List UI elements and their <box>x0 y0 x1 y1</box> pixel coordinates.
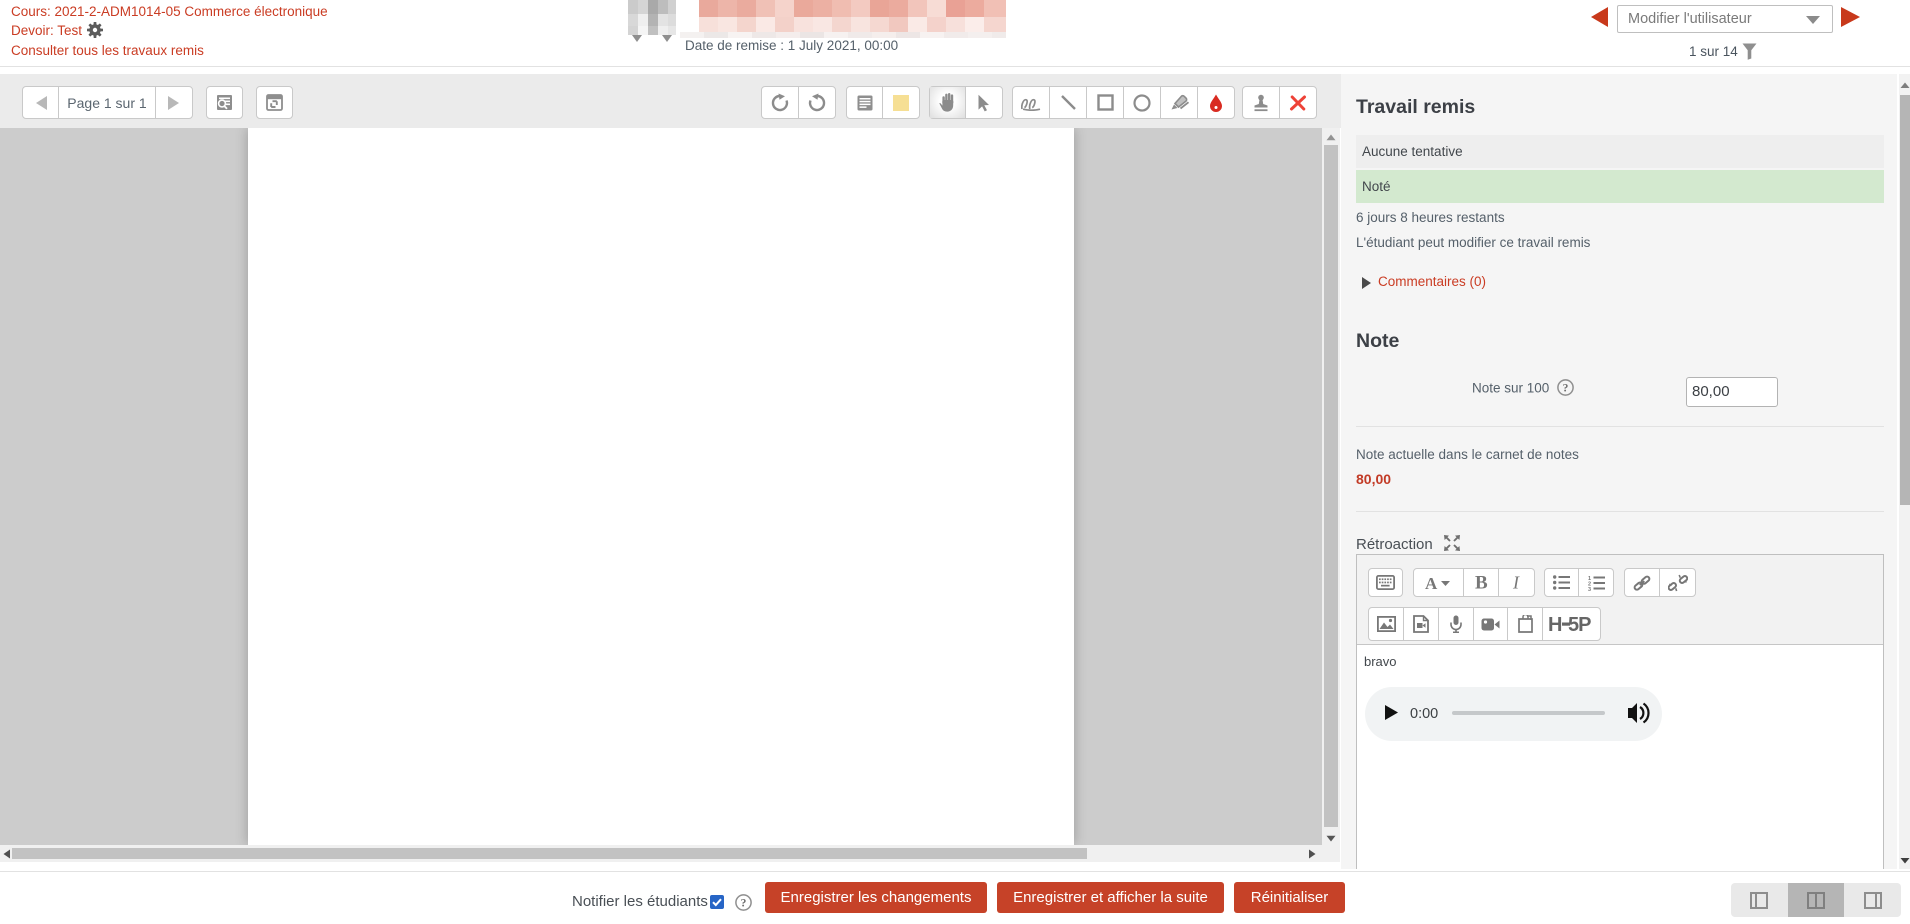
svg-text:A: A <box>1425 575 1438 591</box>
svg-text:H: H <box>1549 614 1562 634</box>
svg-text:3: 3 <box>1588 587 1591 591</box>
svg-text:?: ? <box>741 897 747 909</box>
svg-text:0:00: 0:00 <box>1410 706 1438 722</box>
svg-text:5P: 5P <box>1568 614 1591 634</box>
svg-text:B: B <box>1475 574 1488 591</box>
svg-text:?: ? <box>1563 382 1569 394</box>
svg-text:I: I <box>1512 574 1520 591</box>
